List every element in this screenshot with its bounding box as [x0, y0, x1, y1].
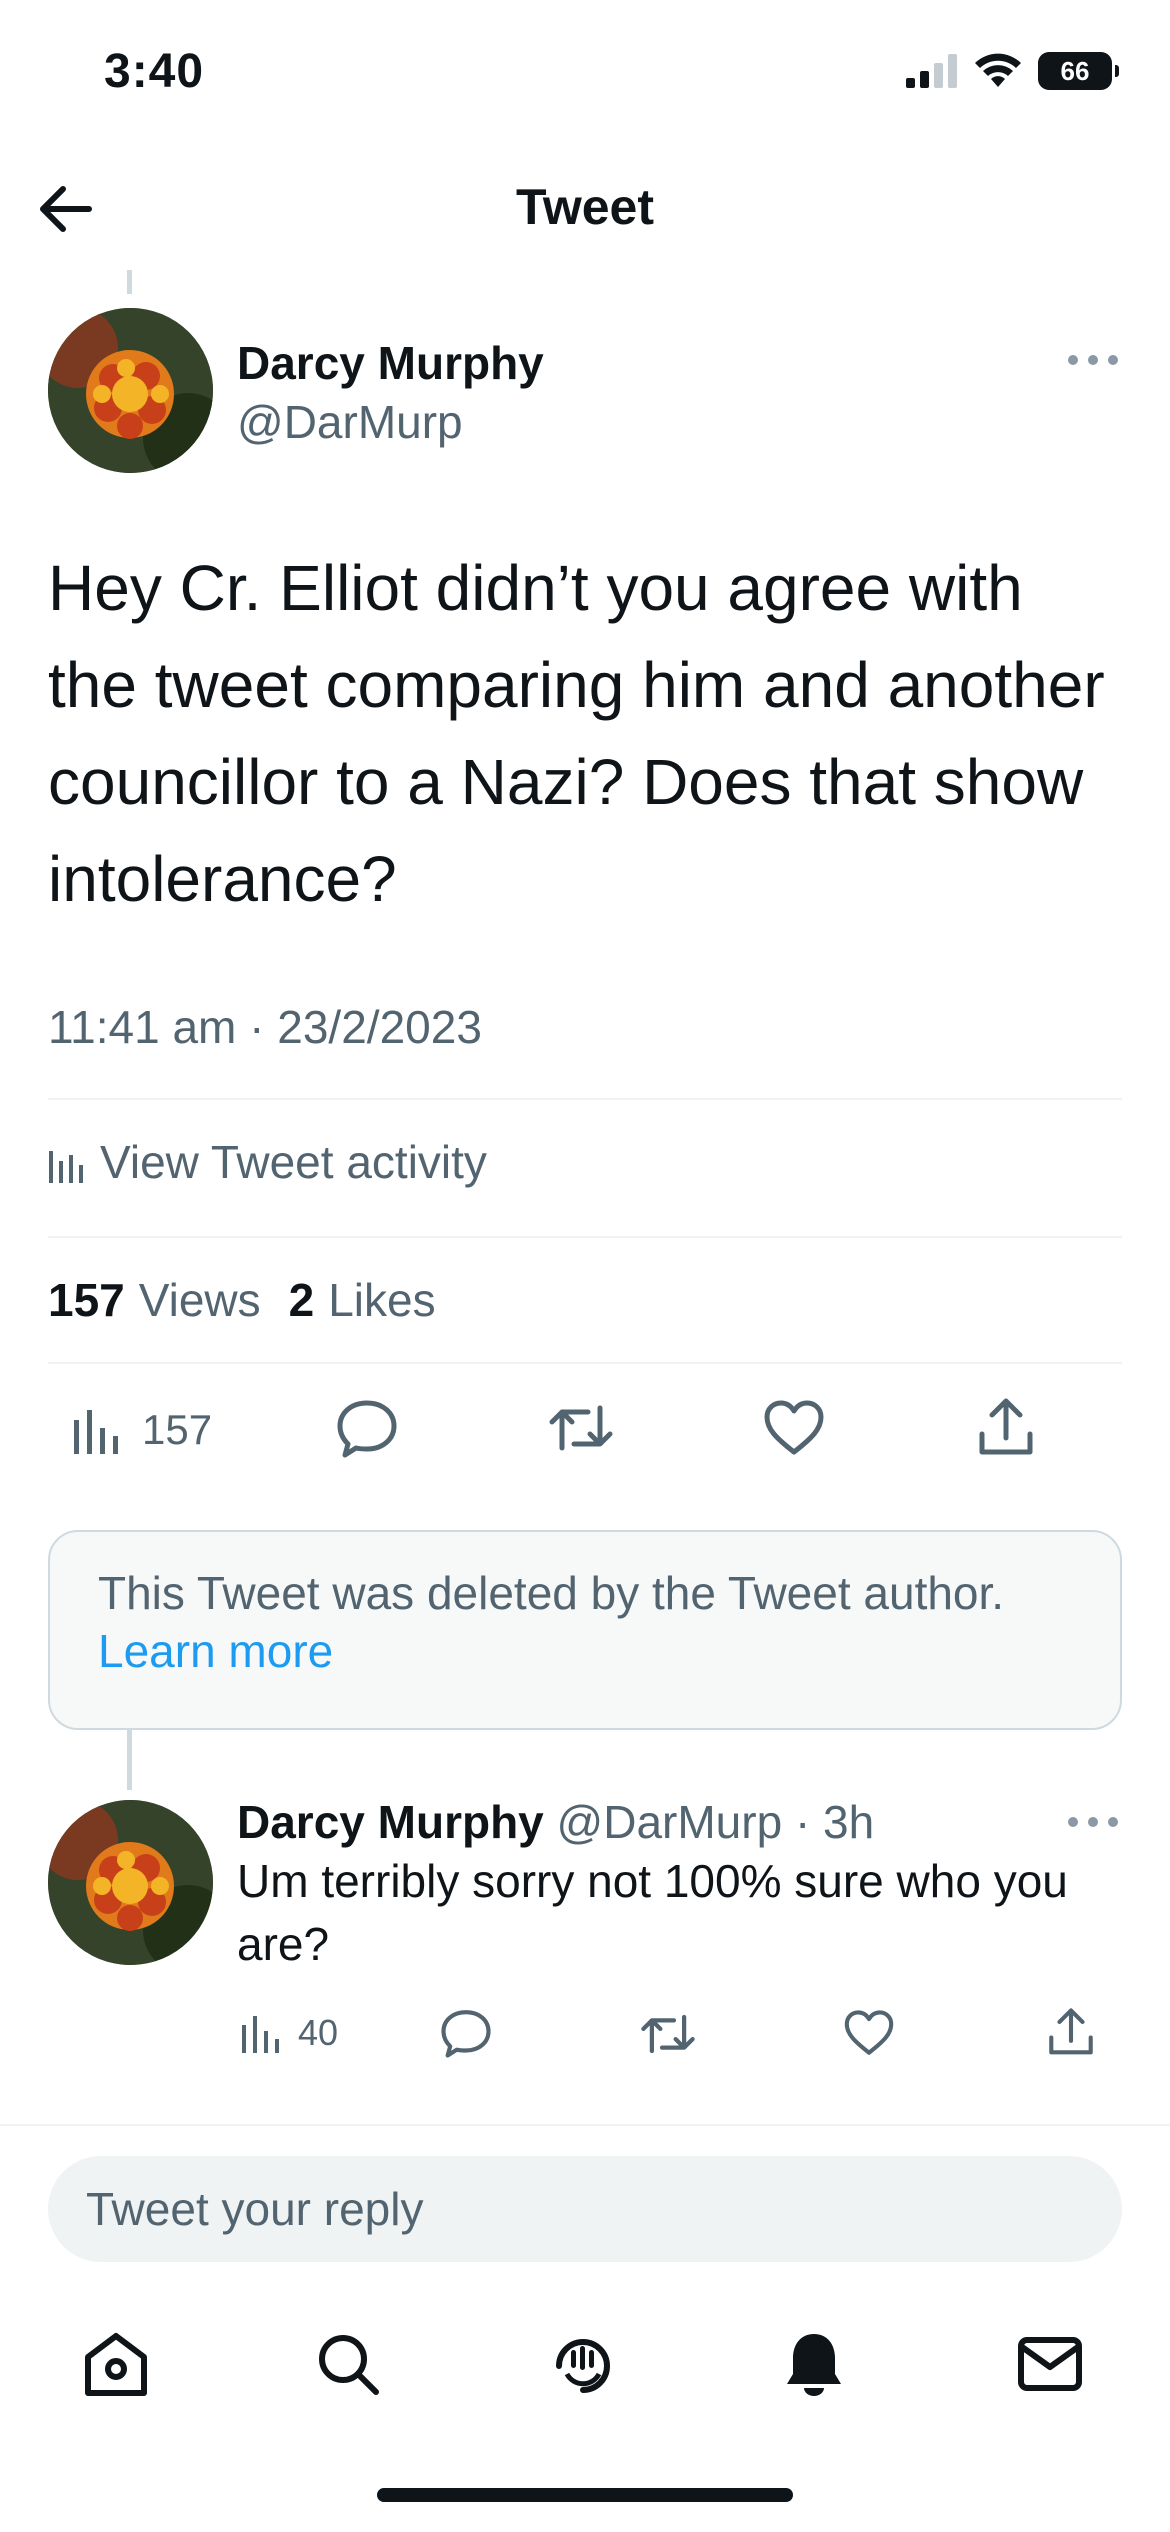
- view-tweet-activity-button[interactable]: View Tweet activity: [48, 1124, 487, 1200]
- share-icon: [1049, 2008, 1093, 2055]
- activity-label: View Tweet activity: [100, 1136, 487, 1188]
- tweet-timestamp: 11:41 am · 23/2/2023: [48, 1001, 482, 1053]
- tab-search[interactable]: [308, 2324, 388, 2404]
- views-icon: [242, 2016, 279, 2053]
- tab-notifications[interactable]: [774, 2324, 854, 2404]
- home-indicator: [377, 2488, 793, 2502]
- author-name[interactable]: Darcy Murphy: [237, 336, 544, 390]
- wifi-icon: [974, 53, 1022, 89]
- search-icon: [319, 2335, 379, 2395]
- notifications-icon: [787, 2334, 841, 2396]
- signal-icon: [906, 54, 958, 88]
- views-label: Views: [138, 1274, 261, 1326]
- battery-icon: 66: [1038, 52, 1119, 90]
- divider: [48, 1236, 1122, 1238]
- reply-input[interactable]: Tweet your reply: [48, 2156, 1122, 2262]
- reply-share-button[interactable]: [1048, 2006, 1094, 2056]
- reply-retweet-button[interactable]: [640, 2010, 696, 2058]
- page-title: Tweet: [516, 179, 654, 235]
- reply-button[interactable]: [336, 1398, 398, 1458]
- deleted-notice-text: This Tweet was deleted by the Tweet auth…: [98, 1567, 1005, 1619]
- learn-more-link[interactable]: Learn more: [98, 1622, 1072, 1680]
- status-icons: 66: [906, 52, 1119, 90]
- reply-more-options-icon[interactable]: [1068, 1812, 1118, 1832]
- status-bar: 3:40 66: [0, 0, 1170, 150]
- reply-time: · 3h: [794, 1796, 875, 1848]
- analytics-icon: [49, 1151, 83, 1183]
- reply-avatar[interactable]: [48, 1800, 213, 1965]
- retweet-icon: [641, 2014, 695, 2054]
- reply-reply-button[interactable]: [440, 2008, 492, 2058]
- share-button[interactable]: [978, 1396, 1034, 1456]
- like-button[interactable]: [764, 1400, 824, 1456]
- more-options-icon[interactable]: [1068, 350, 1118, 370]
- tab-spaces[interactable]: [543, 2324, 623, 2404]
- reply-icon: [337, 1400, 397, 1458]
- messages-icon: [1018, 2337, 1082, 2391]
- home-icon: [85, 2333, 147, 2396]
- spaces-icon: [556, 2339, 611, 2393]
- divider: [48, 1098, 1122, 1100]
- reply-views-button[interactable]: 40: [240, 2012, 338, 2054]
- tweet-stats: 157 Views 2 Likes: [48, 1262, 436, 1338]
- views-icon: [74, 1410, 118, 1454]
- views-action-count: 157: [142, 1406, 213, 1453]
- retweet-icon: [549, 1405, 613, 1451]
- author-handle[interactable]: @DarMurp: [237, 395, 463, 449]
- like-icon: [764, 1400, 824, 1455]
- retweet-button[interactable]: [548, 1400, 614, 1456]
- thread-line: [127, 270, 132, 294]
- status-time: 3:40: [104, 45, 205, 98]
- thread-line: [127, 1730, 132, 1790]
- divider: [48, 1362, 1122, 1364]
- reply-like-button[interactable]: [844, 2010, 894, 2056]
- views-count: 157: [48, 1274, 125, 1326]
- tab-bar: [0, 2302, 1170, 2422]
- nav-bar: Tweet: [0, 150, 1170, 265]
- avatar[interactable]: [48, 308, 213, 473]
- tab-messages[interactable]: [1010, 2324, 1090, 2404]
- tab-home[interactable]: [76, 2324, 156, 2404]
- reply-text: Um terribly sorry not 100% sure who you …: [237, 1855, 1068, 1970]
- tweet-text: Hey Cr. Elliot didn’t you agree with the…: [48, 552, 1105, 915]
- reply-views-count: 40: [298, 2012, 339, 2053]
- share-icon: [979, 1398, 1033, 1455]
- reply-icon: [441, 2010, 491, 2058]
- reply-header: Darcy Murphy @DarMurp · 3h: [237, 1795, 874, 1849]
- likes-count[interactable]: 2: [289, 1273, 315, 1327]
- reply-author-name[interactable]: Darcy Murphy: [237, 1796, 544, 1848]
- deleted-tweet-notice: This Tweet was deleted by the Tweet auth…: [48, 1530, 1122, 1730]
- views-button[interactable]: 157: [72, 1400, 212, 1460]
- bottom-area: Tweet your reply: [0, 2124, 1170, 2532]
- reply-author-handle[interactable]: @DarMurp: [557, 1796, 783, 1848]
- likes-label[interactable]: Likes: [328, 1273, 435, 1327]
- like-icon: [844, 2010, 894, 2055]
